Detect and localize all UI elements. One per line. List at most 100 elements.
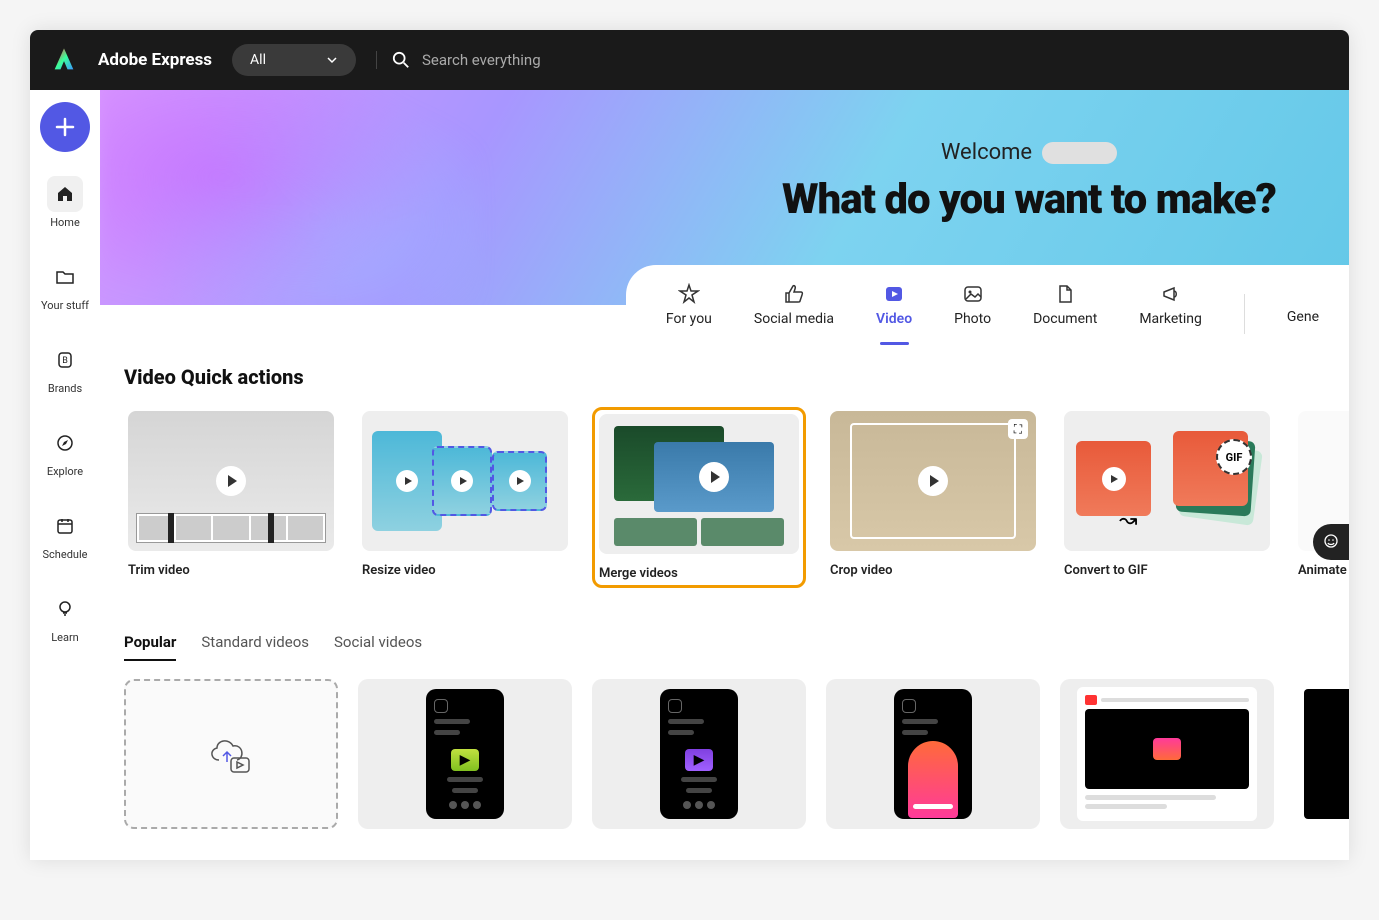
video-icon: ▶ <box>685 749 713 771</box>
user-name-placeholder <box>1042 142 1117 164</box>
instagram-icon <box>902 699 916 713</box>
sidebar: Home Your stuff B Brands Explore Schedul… <box>30 90 100 860</box>
subtab-popular[interactable]: Popular <box>124 633 176 661</box>
home-icon <box>55 184 75 204</box>
category-label: All <box>250 52 266 68</box>
sidebar-item-explore[interactable]: Explore <box>35 419 95 484</box>
card-label: Merge videos <box>599 566 799 581</box>
template-instagram-story[interactable] <box>826 679 1040 829</box>
tab-label: Gene <box>1287 309 1319 325</box>
image-icon <box>962 283 984 305</box>
chat-smile-icon <box>1322 533 1340 551</box>
quick-actions-row: Trim video Resize video <box>124 407 1349 588</box>
tab-label: Photo <box>954 311 991 327</box>
quick-action-merge-videos[interactable]: Merge videos <box>592 407 806 588</box>
tab-marketing[interactable]: Marketing <box>1139 283 1202 345</box>
document-icon <box>1054 283 1076 305</box>
card-label: Animate fro <box>1298 563 1349 578</box>
brand-icon: B <box>55 350 75 370</box>
star-icon <box>678 283 700 305</box>
play-icon <box>918 466 948 496</box>
gif-badge: GIF <box>1216 439 1252 475</box>
tab-generate[interactable]: Gene <box>1287 283 1319 345</box>
card-label: Trim video <box>128 563 334 578</box>
tiktok-icon <box>668 699 682 713</box>
play-icon <box>396 470 418 492</box>
sidebar-item-your-stuff[interactable]: Your stuff <box>35 253 95 318</box>
youtube-icon <box>1085 695 1097 705</box>
sidebar-item-label: Your stuff <box>41 299 89 312</box>
card-thumbnail <box>362 411 568 551</box>
feedback-button[interactable] <box>1313 524 1349 560</box>
templates-row: ▶ ▶ <box>124 679 1349 829</box>
subtab-social-videos[interactable]: Social videos <box>334 633 422 661</box>
play-square-icon <box>883 283 905 305</box>
category-dropdown[interactable]: All <box>232 44 356 76</box>
tab-social-media[interactable]: Social media <box>754 283 834 345</box>
quick-action-convert-to-gif[interactable]: GIF ↝ Convert to GIF <box>1060 407 1274 588</box>
tab-label: Video <box>876 311 912 327</box>
search-input[interactable] <box>422 51 1329 69</box>
tab-photo[interactable]: Photo <box>954 283 991 345</box>
template-more[interactable] <box>1294 679 1349 829</box>
brand-name: Adobe Express <box>98 50 212 70</box>
arrow-icon: ↝ <box>1119 508 1137 533</box>
sidebar-item-label: Brands <box>48 382 82 395</box>
card-label: Resize video <box>362 563 568 578</box>
create-button[interactable] <box>40 102 90 152</box>
tab-document[interactable]: Document <box>1033 283 1097 345</box>
card-thumbnail <box>599 414 799 554</box>
sidebar-item-home[interactable]: Home <box>35 170 95 235</box>
adobe-logo-icon <box>50 46 78 74</box>
quick-action-trim-video[interactable]: Trim video <box>124 407 338 588</box>
template-subtabs: Popular Standard videos Social videos <box>124 633 1349 661</box>
sidebar-item-label: Schedule <box>43 548 88 561</box>
play-icon <box>216 466 246 496</box>
thumbs-up-icon <box>783 283 805 305</box>
template-youtube[interactable] <box>1060 679 1274 829</box>
card-thumbnail: ⛶ <box>830 411 1036 551</box>
quick-action-crop-video[interactable]: ⛶ Crop video <box>826 407 1040 588</box>
calendar-icon <box>55 516 75 536</box>
tab-divider <box>1244 294 1245 334</box>
card-thumbnail <box>128 411 334 551</box>
template-instagram-reel[interactable]: ▶ <box>358 679 572 829</box>
card-thumbnail: GIF ↝ <box>1064 411 1270 551</box>
sidebar-item-label: Home <box>50 216 80 229</box>
video-icon <box>1153 738 1181 760</box>
sidebar-item-brands[interactable]: B Brands <box>35 336 95 401</box>
instagram-icon <box>434 699 448 713</box>
search-icon <box>392 51 410 69</box>
lightbulb-icon <box>55 599 75 619</box>
play-icon <box>1102 467 1126 491</box>
card-label: Crop video <box>830 563 1036 578</box>
main-content: Welcome What do you want to make? For yo… <box>100 90 1349 860</box>
subtab-standard-videos[interactable]: Standard videos <box>201 633 309 661</box>
plus-icon <box>54 116 76 138</box>
sidebar-item-label: Explore <box>47 465 83 478</box>
category-tabs: For you Social media Video Photo Documen… <box>626 265 1349 345</box>
hero-decoration <box>100 90 480 305</box>
cloud-upload-icon <box>201 732 261 777</box>
play-icon <box>451 470 473 492</box>
tab-video[interactable]: Video <box>876 283 912 345</box>
quick-action-resize-video[interactable]: Resize video <box>358 407 572 588</box>
card-label: Convert to GIF <box>1064 563 1270 578</box>
sidebar-item-learn[interactable]: Learn <box>35 585 95 650</box>
chevron-down-icon <box>326 54 338 66</box>
quick-action-animate[interactable]: Animate fro <box>1294 407 1349 588</box>
tab-label: Marketing <box>1139 311 1202 327</box>
sidebar-item-schedule[interactable]: Schedule <box>35 502 95 567</box>
welcome-text: Welcome <box>941 140 1032 165</box>
template-upload[interactable] <box>124 679 338 829</box>
search-container <box>376 51 1329 69</box>
tab-for-you[interactable]: For you <box>666 283 712 345</box>
tab-label: Document <box>1033 311 1097 327</box>
sidebar-item-label: Learn <box>51 631 79 644</box>
play-icon <box>699 462 729 492</box>
play-icon <box>509 470 531 492</box>
crop-icon: ⛶ <box>1008 419 1028 439</box>
section-title-quick-actions: Video Quick actions <box>124 365 1349 389</box>
template-tiktok[interactable]: ▶ <box>592 679 806 829</box>
compass-icon <box>55 433 75 453</box>
